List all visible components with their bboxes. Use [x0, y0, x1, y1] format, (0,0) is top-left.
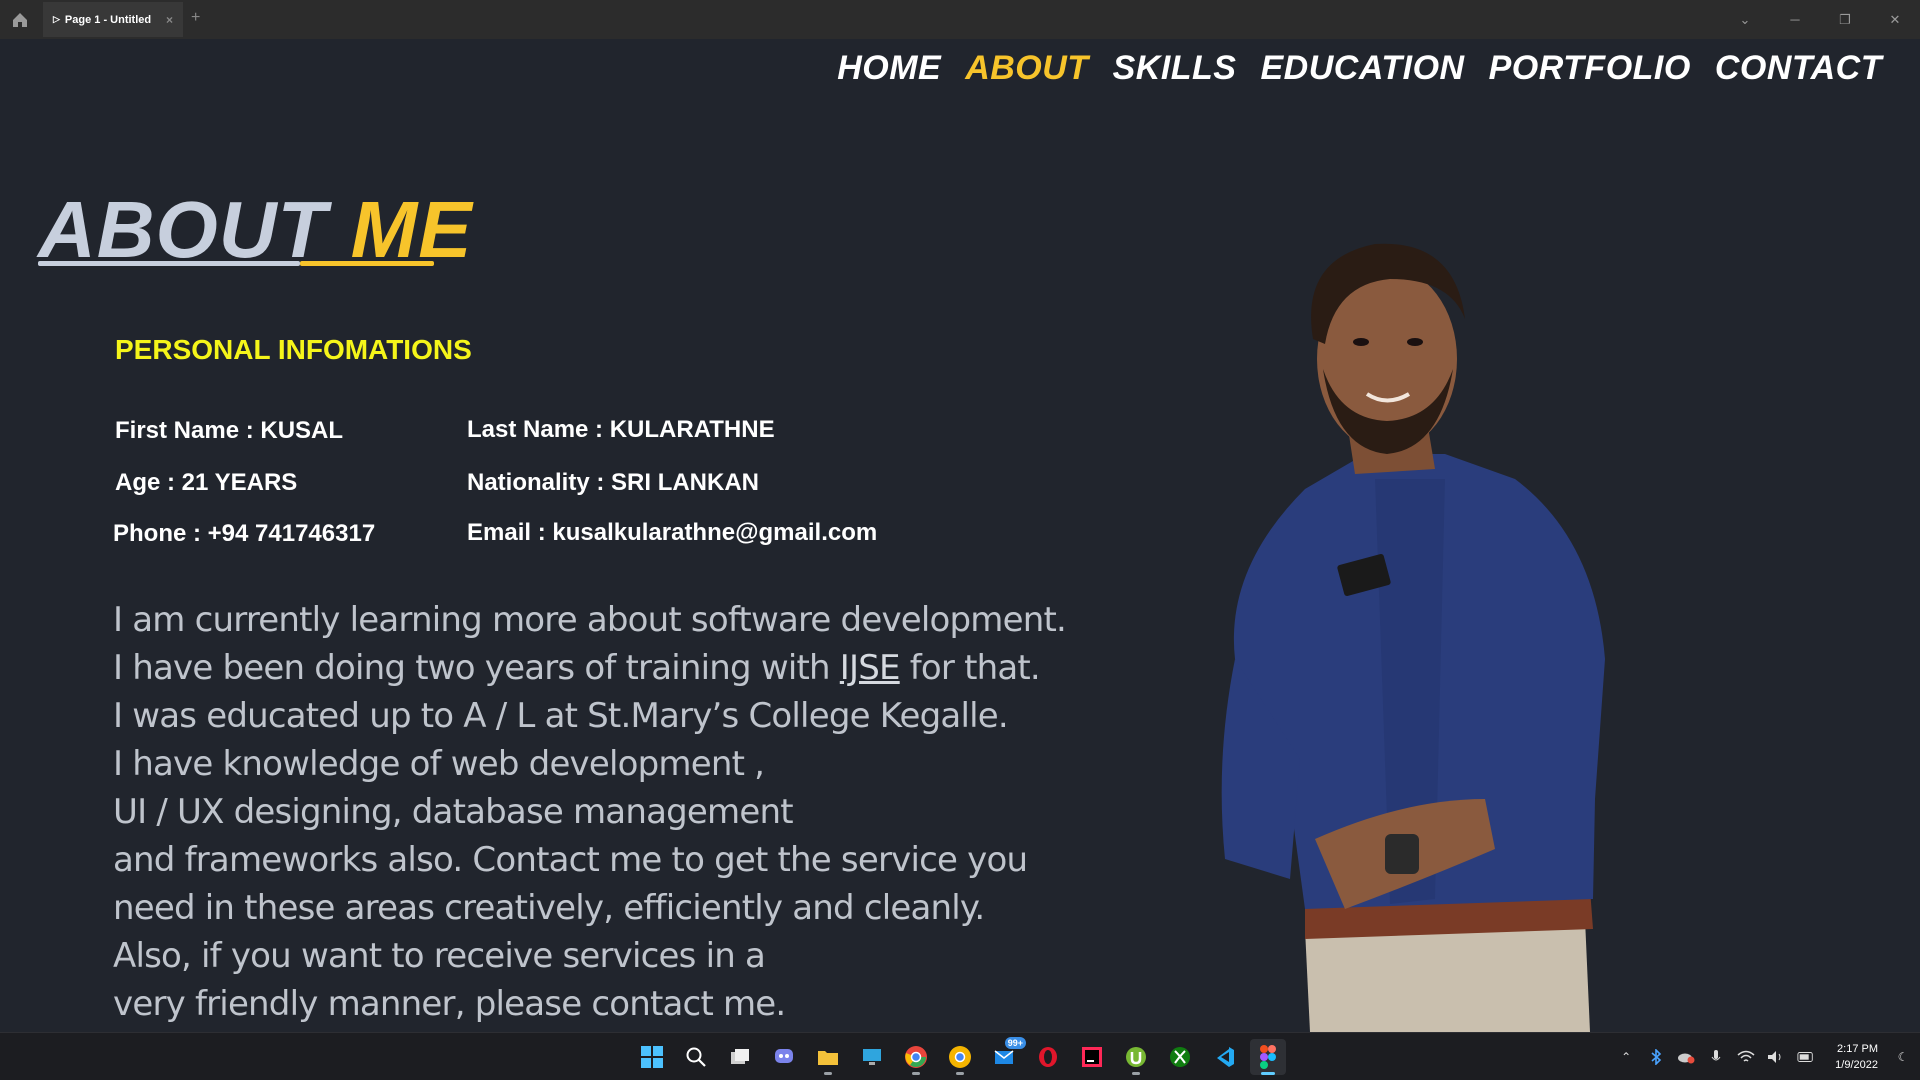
restore-icon[interactable]: ❐ [1820, 0, 1870, 39]
chrome-icon[interactable] [898, 1039, 934, 1075]
chevron-down-icon[interactable]: ⌄ [1720, 0, 1770, 39]
bio-line: and frameworks also. Contact me to get t… [113, 840, 1028, 880]
bio-line: I have knowledge of web development , [113, 744, 765, 784]
utorrent-icon[interactable] [1118, 1039, 1154, 1075]
volume-icon[interactable] [1767, 1048, 1785, 1066]
bio-line: I have been doing two years of training … [113, 648, 1041, 688]
new-tab-button[interactable]: + [191, 9, 200, 27]
clock-time: 2:17 PM [1837, 1043, 1878, 1055]
windows-start-icon[interactable] [634, 1039, 670, 1075]
bio-line: need in these areas creatively, efficien… [113, 888, 985, 928]
age: Age : 21 YEARS [115, 469, 298, 496]
nav-skills[interactable]: SKILLS [1113, 49, 1237, 88]
phone: Phone : +94 741746317 [113, 520, 376, 547]
title-underline [38, 261, 434, 266]
onedrive-error-icon[interactable] [1677, 1048, 1695, 1066]
ijse-link[interactable]: IJSE [840, 648, 901, 688]
main-nav: HOME ABOUT SKILLS EDUCATION PORTFOLIO CO… [837, 49, 1882, 88]
mail-icon[interactable]: 99+ [986, 1037, 1026, 1075]
system-tray: ⌃ 2:17 PM 1/9/2022 ☾ [1617, 1033, 1912, 1080]
figma-icon[interactable] [1250, 1039, 1286, 1075]
design-canvas: HOME ABOUT SKILLS EDUCATION PORTFOLIO CO… [0, 39, 1920, 1032]
teams-chat-icon[interactable] [766, 1039, 802, 1075]
last-name: Last Name : KULARATHNE [467, 416, 775, 443]
tab-label: Page 1 - Untitled [64, 13, 152, 26]
battery-icon[interactable] [1797, 1048, 1815, 1066]
bio-line: I am currently learning more about softw… [113, 600, 1067, 640]
opera-icon[interactable] [1030, 1039, 1066, 1075]
nationality: Nationality : SRI LANKAN [467, 469, 760, 496]
window-controls: ⌄ ─ ❐ ✕ [1720, 0, 1920, 39]
play-icon: ▷ [53, 14, 60, 24]
vscode-icon[interactable] [1206, 1039, 1242, 1075]
remote-desktop-icon[interactable] [854, 1039, 890, 1075]
task-view-icon[interactable] [722, 1039, 758, 1075]
taskbar-apps: 99+ [634, 1037, 1286, 1075]
chevron-up-icon[interactable]: ⌃ [1617, 1048, 1635, 1066]
notifications-moon-icon[interactable]: ☾ [1894, 1048, 1912, 1066]
bio-line: very friendly manner, please contact me. [113, 984, 786, 1024]
taskbar: 99+ ⌃ 2:17 PM 1/9/2022 ☾ [0, 1032, 1920, 1080]
bio-line: UI / UX designing, database management [113, 792, 794, 832]
clock-date: 1/9/2022 [1835, 1059, 1878, 1071]
wifi-icon[interactable] [1737, 1048, 1755, 1066]
tab-close-icon[interactable]: × [166, 13, 173, 27]
intellij-icon[interactable] [1074, 1039, 1110, 1075]
search-icon[interactable] [678, 1039, 714, 1075]
file-explorer-icon[interactable] [810, 1039, 846, 1075]
close-icon[interactable]: ✕ [1870, 0, 1920, 39]
nav-education[interactable]: EDUCATION [1261, 49, 1465, 88]
profile-photo [1195, 239, 1675, 1032]
nav-contact[interactable]: CONTACT [1715, 49, 1882, 88]
bio-text: I am currently learning more about softw… [113, 596, 1067, 1028]
email: Email : kusalkularathne@gmail.com [467, 519, 878, 546]
first-name: First Name : KUSAL [115, 417, 344, 444]
chrome-canary-icon[interactable] [942, 1039, 978, 1075]
bluetooth-icon[interactable] [1647, 1048, 1665, 1066]
minimize-icon[interactable]: ─ [1770, 0, 1820, 39]
clock[interactable]: 2:17 PM 1/9/2022 [1835, 1041, 1878, 1073]
nav-home[interactable]: HOME [837, 49, 941, 88]
figma-titlebar: ▷ Page 1 - Untitled × + ⌄ ─ ❐ ✕ [0, 0, 1920, 39]
section-heading: PERSONAL INFOMATIONS [115, 334, 472, 365]
microphone-icon[interactable] [1707, 1048, 1725, 1066]
home-icon[interactable] [10, 10, 30, 30]
bio-line: I was educated up to A / L at St.Mary’s … [113, 696, 1009, 736]
xbox-icon[interactable] [1162, 1039, 1198, 1075]
mail-badge: 99+ [1004, 1037, 1026, 1049]
nav-portfolio[interactable]: PORTFOLIO [1489, 49, 1691, 88]
file-tab[interactable]: ▷ Page 1 - Untitled × [43, 2, 183, 37]
bio-line: Also, if you want to receive services in… [113, 936, 766, 976]
nav-about[interactable]: ABOUT [965, 49, 1088, 88]
